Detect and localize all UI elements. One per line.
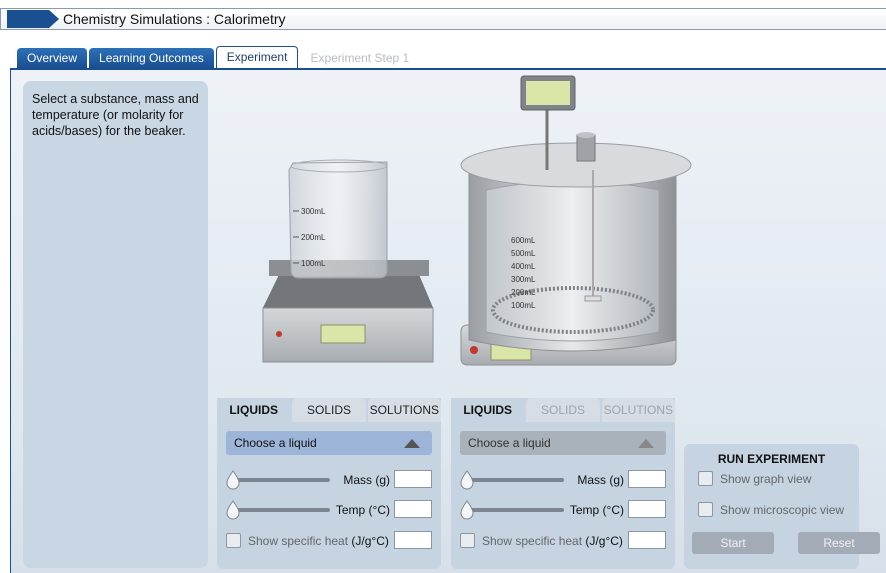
calorimeter-specific-heat-checkbox[interactable]	[460, 533, 475, 548]
beaker-specific-heat-input[interactable]	[394, 531, 432, 549]
microscopic-view-label: Show microscopic view	[720, 503, 845, 517]
graph-view-label: Show graph view	[720, 472, 812, 486]
triangle-up-icon	[404, 439, 420, 448]
beaker-specific-heat-row: Show specific heat (J/g°C)	[226, 531, 432, 551]
calorimeter-substance-tabs: LIQUIDS SOLIDS SOLUTIONS	[451, 398, 675, 422]
graph-view-checkbox[interactable]	[698, 471, 713, 486]
calorimeter-liquid-dropdown[interactable]: Choose a liquid	[460, 431, 666, 455]
beaker-substance-panel: LIQUIDS SOLIDS SOLUTIONS Choose a liquid…	[217, 398, 441, 569]
cal-mark-600: 600mL	[511, 236, 536, 245]
lab-equipment: 300mL 200mL 100mL 600mL 500mL 400mL 300m…	[262, 75, 692, 366]
start-button[interactable]: Start	[692, 532, 774, 554]
tab-liquids-beaker[interactable]: LIQUIDS	[217, 398, 291, 422]
tab-solids-calorimeter: SOLIDS	[526, 398, 600, 422]
tab-experiment-step-1: Experiment Step 1	[310, 51, 410, 65]
beaker-mark-200: 200mL	[301, 233, 326, 242]
reset-button[interactable]: Reset	[798, 532, 880, 554]
beaker-substance-tabs: LIQUIDS SOLIDS SOLUTIONS	[217, 398, 441, 422]
tab-solids-beaker[interactable]: SOLIDS	[292, 398, 366, 422]
calorimeter-mass-slider[interactable]	[468, 478, 564, 482]
triangle-up-icon	[638, 439, 654, 448]
title-arrow-icon	[7, 10, 59, 28]
tab-experiment[interactable]: Experiment	[215, 46, 299, 68]
beaker-mass-input[interactable]	[394, 470, 432, 488]
calorimeter-mass-label: Mass (g)	[577, 473, 624, 487]
calorimeter-specific-heat-input[interactable]	[628, 531, 666, 549]
slider-knob-icon[interactable]	[226, 500, 240, 520]
beaker-liquid-dropdown[interactable]: Choose a liquid	[226, 431, 432, 455]
beaker-specific-heat-unit: (J/g°C)	[351, 534, 389, 548]
tab-solutions-beaker[interactable]: SOLUTIONS	[367, 398, 441, 422]
app-title: Chemistry Simulations : Calorimetry	[63, 11, 286, 27]
cal-mark-100: 100mL	[511, 301, 536, 310]
beaker-specific-heat-checkbox[interactable]	[226, 533, 241, 548]
beaker-mark-300: 300mL	[301, 207, 326, 216]
beaker-temp-slider[interactable]	[234, 508, 330, 512]
beaker-dropdown-label: Choose a liquid	[234, 436, 317, 450]
beaker-temp-label: Temp (°C)	[335, 503, 390, 517]
cal-mark-200: 200mL	[511, 288, 536, 297]
experiment-stage: Select a substance, mass and temperature…	[10, 70, 886, 573]
beaker-temp-input[interactable]	[394, 500, 432, 518]
tab-learning-outcomes[interactable]: Learning Outcomes	[89, 48, 214, 68]
cal-mark-400: 400mL	[511, 262, 536, 271]
calorimeter-dropdown-label: Choose a liquid	[468, 436, 551, 450]
main-tabs: Overview Learning Outcomes Experiment Ex…	[17, 46, 421, 68]
beaker-temp-row: Temp (°C)	[226, 500, 432, 520]
microscopic-view-row: Show microscopic view	[698, 502, 858, 520]
beaker-specific-heat-label: Show specific heat	[248, 534, 349, 548]
instructions-text: Select a substance, mass and temperature…	[23, 81, 208, 568]
calorimeter-temp-input[interactable]	[628, 500, 666, 518]
cal-mark-500: 500mL	[511, 249, 536, 258]
beaker-mass-row: Mass (g)	[226, 470, 432, 490]
slider-knob-icon[interactable]	[226, 470, 240, 490]
calorimeter-mass-input[interactable]	[628, 470, 666, 488]
calorimeter-specific-heat-label: Show specific heat	[482, 534, 583, 548]
slider-knob-icon[interactable]	[460, 470, 474, 490]
calorimeter-specific-heat-row: Show specific heat (J/g°C)	[460, 531, 666, 551]
microscopic-view-checkbox[interactable]	[698, 502, 713, 517]
graph-view-row: Show graph view	[698, 471, 858, 489]
calorimeter-mass-row: Mass (g)	[460, 470, 666, 490]
calorimeter-temp-slider[interactable]	[468, 508, 564, 512]
beaker-mass-label: Mass (g)	[343, 473, 390, 487]
tab-overview[interactable]: Overview	[17, 48, 88, 68]
app-title-bar: Chemistry Simulations : Calorimetry	[0, 8, 886, 30]
beaker-group: 300mL 200mL 100mL	[288, 159, 388, 279]
calorimeter-temp-row: Temp (°C)	[460, 500, 666, 520]
run-experiment-panel: RUN EXPERIMENT Show graph view Show micr…	[684, 444, 880, 569]
calorimeter-panel-body: Choose a liquid Mass (g) Temp (°C) Show …	[451, 422, 675, 569]
calorimeter-substance-panel: LIQUIDS SOLIDS SOLUTIONS Choose a liquid…	[451, 398, 675, 569]
beaker-mass-slider[interactable]	[234, 478, 330, 482]
beaker-panel-body: Choose a liquid Mass (g) Temp (°C) Show …	[217, 422, 441, 569]
tab-liquids-calorimeter[interactable]: LIQUIDS	[451, 398, 525, 422]
tab-solutions-calorimeter: SOLUTIONS	[601, 398, 675, 422]
calorimeter-group: 600mL 500mL 400mL 300mL 200mL 100mL	[460, 75, 692, 366]
calorimeter-temp-label: Temp (°C)	[569, 503, 624, 517]
run-experiment-title: RUN EXPERIMENT	[717, 452, 826, 466]
cal-mark-300: 300mL	[511, 275, 536, 284]
beaker-mark-100: 100mL	[301, 259, 326, 268]
calorimeter-specific-heat-unit: (J/g°C)	[585, 534, 623, 548]
slider-knob-icon[interactable]	[460, 500, 474, 520]
